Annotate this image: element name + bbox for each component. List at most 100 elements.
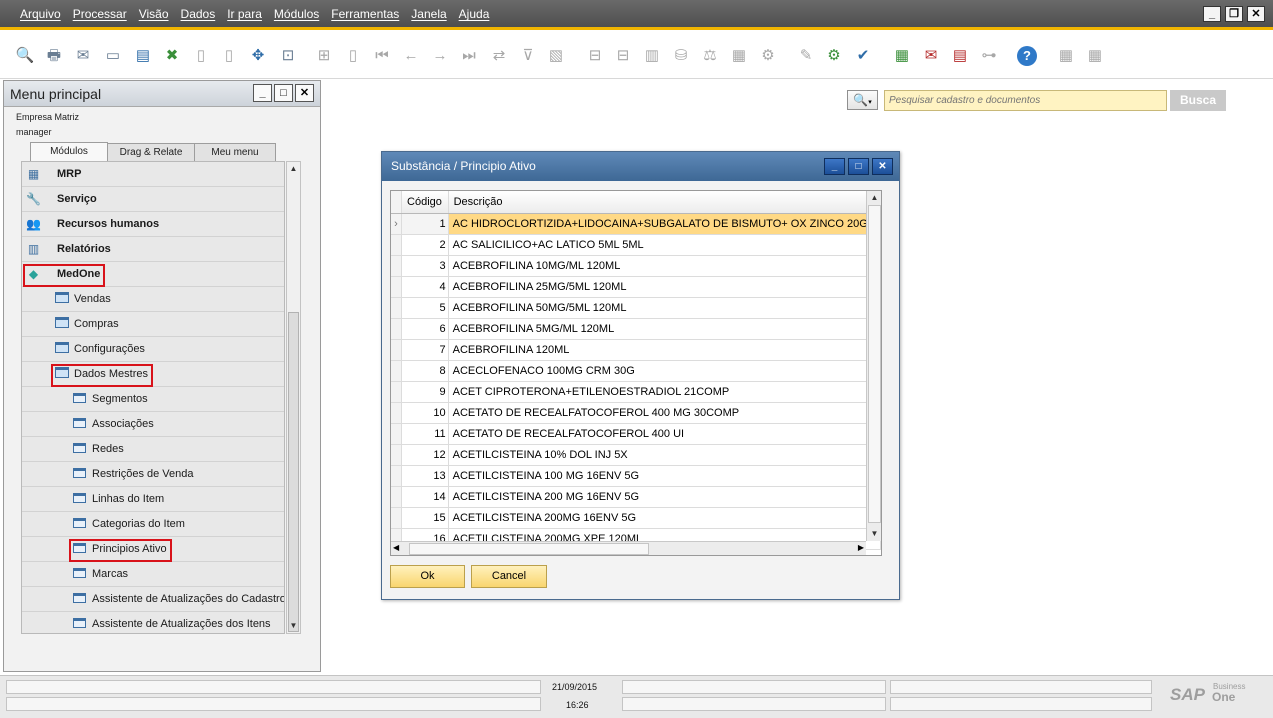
grid-scroll-left-icon[interactable]: ◀: [393, 543, 399, 552]
menu-item[interactable]: ▦ MRP: [22, 162, 284, 187]
row-selector[interactable]: [391, 297, 402, 319]
menu-item[interactable]: Associações: [22, 412, 284, 437]
print-icon[interactable]: 🖶: [44, 46, 64, 66]
menu-item[interactable]: Configurações: [22, 337, 284, 362]
grid-horizontal-scrollbar[interactable]: ◀ ▶: [391, 541, 866, 555]
menu-arquivo[interactable]: Arquivo: [20, 7, 61, 21]
email-icon[interactable]: ✉: [73, 46, 93, 66]
table-row[interactable]: 10 ACETATO DE RECEALFATOCOFEROL 400 MG 30…: [391, 402, 881, 424]
cell-code[interactable]: 10: [401, 402, 449, 424]
search-options-button[interactable]: 🔍▾: [847, 90, 878, 110]
table-row[interactable]: 15 ACETILCISTEINA 200MG 16ENV 5G: [391, 507, 881, 529]
menu-m-dulos[interactable]: Módulos: [274, 7, 319, 21]
minimize-icon[interactable]: _: [1203, 6, 1221, 22]
cell-description[interactable]: ACETILCISTEINA 200 MG 16ENV 5G: [448, 486, 881, 508]
row-selector[interactable]: [391, 276, 402, 298]
queries-icon[interactable]: ▦: [1085, 46, 1105, 66]
grid-vertical-scrollbar[interactable]: ▲ ▼: [866, 191, 881, 541]
row-selector[interactable]: [391, 465, 402, 487]
row-selector[interactable]: [391, 381, 402, 403]
column-header-description[interactable]: Descrição: [448, 191, 881, 214]
grid-hscroll-thumb[interactable]: [409, 543, 649, 555]
menu-item[interactable]: Categorias do Item: [22, 512, 284, 537]
fax-icon[interactable]: ▤: [133, 46, 153, 66]
table-row[interactable]: 11 ACETATO DE RECEALFATOCOFEROL 400 UI: [391, 423, 881, 445]
base-document-icon[interactable]: ⊟: [585, 46, 605, 66]
cell-code[interactable]: 8: [401, 360, 449, 382]
menu-item[interactable]: Redes: [22, 437, 284, 462]
cell-description[interactable]: ACETILCISTEINA 100 MG 16ENV 5G: [448, 465, 881, 487]
menu-processar[interactable]: Processar: [73, 7, 127, 21]
scroll-down-icon[interactable]: ▼: [287, 619, 300, 633]
last-record-icon[interactable]: ⏭: [459, 46, 479, 66]
cell-code[interactable]: 3: [401, 255, 449, 277]
cell-code[interactable]: 12: [401, 444, 449, 466]
table-row[interactable]: 8 ACECLOFENACO 100MG CRM 30G: [391, 360, 881, 382]
scroll-up-icon[interactable]: ▲: [287, 162, 300, 176]
panel-close-icon[interactable]: ✕: [295, 84, 314, 102]
grid-scroll-right-icon[interactable]: ▶: [858, 543, 864, 552]
sms-icon[interactable]: ▭: [103, 46, 123, 66]
table-row[interactable]: 7 ACEBROFILINA 120ML: [391, 339, 881, 361]
alerts-icon[interactable]: ▤: [950, 46, 970, 66]
menu-janela[interactable]: Janela: [411, 7, 446, 21]
calendar-icon[interactable]: ▦: [892, 46, 912, 66]
cell-code[interactable]: 13: [401, 465, 449, 487]
table-row[interactable]: 9 ACET CIPROTERONA+ETILENOESTRADIOL 21COM…: [391, 381, 881, 403]
menu-item[interactable]: ▥ Relatórios: [22, 237, 284, 262]
journal-icon[interactable]: ▥: [642, 46, 662, 66]
row-selector[interactable]: [391, 486, 402, 508]
ok-button[interactable]: Ok: [390, 565, 465, 588]
target-document-icon[interactable]: ⊟: [613, 46, 633, 66]
row-selector[interactable]: [391, 360, 402, 382]
document-settings-icon[interactable]: ⚙: [824, 46, 844, 66]
module-list-scrollbar[interactable]: ▲ ▼: [286, 161, 301, 634]
cell-description[interactable]: ACEBROFILINA 25MG/5ML 120ML: [448, 276, 881, 298]
table-row[interactable]: 13 ACETILCISTEINA 100 MG 16ENV 5G: [391, 465, 881, 487]
menu-item[interactable]: Vendas: [22, 287, 284, 312]
preview-icon[interactable]: 🔍: [15, 46, 35, 66]
menu-item[interactable]: Linhas do Item: [22, 487, 284, 512]
table-row[interactable]: › 1 AC HIDROCLORTIZIDA+LIDOCAINA+SUBGALATO…: [391, 213, 881, 235]
cell-description[interactable]: ACEBROFILINA 120ML: [448, 339, 881, 361]
cell-description[interactable]: ACEBROFILINA 50MG/5ML 120ML: [448, 297, 881, 319]
menu-item[interactable]: Assistente de Atualizações dos Itens: [22, 612, 284, 633]
cell-description[interactable]: ACECLOFENACO 100MG CRM 30G: [448, 360, 881, 382]
row-selector[interactable]: [391, 318, 402, 340]
layout-icon[interactable]: ▦: [1056, 46, 1076, 66]
next-record-icon[interactable]: →: [430, 46, 450, 66]
cell-description[interactable]: ACEBROFILINA 5MG/ML 120ML: [448, 318, 881, 340]
refresh-icon[interactable]: ⇄: [489, 46, 509, 66]
workflow-icon[interactable]: ⊶: [979, 46, 999, 66]
cell-description[interactable]: AC SALICILICO+AC LATICO 5ML 5ML: [448, 234, 881, 256]
cell-description[interactable]: ACET CIPROTERONA+ETILENOESTRADIOL 21COMP: [448, 381, 881, 403]
excel-icon[interactable]: ✖: [162, 46, 182, 66]
dialog-close-icon[interactable]: ✕: [872, 158, 893, 175]
tab-meu-menu[interactable]: Meu menu: [194, 143, 276, 161]
cell-code[interactable]: 2: [401, 234, 449, 256]
row-selector[interactable]: [391, 423, 402, 445]
cell-code[interactable]: 1: [401, 213, 449, 235]
row-selector[interactable]: [391, 507, 402, 529]
cell-description[interactable]: ACETILCISTEINA 200MG 16ENV 5G: [448, 507, 881, 529]
cell-description[interactable]: ACETATO DE RECEALFATOCOFEROL 400 UI: [448, 423, 881, 445]
dialog-maximize-icon[interactable]: □: [848, 158, 869, 175]
row-selector[interactable]: [391, 444, 402, 466]
calculator-icon[interactable]: ▦: [729, 46, 749, 66]
edit-icon[interactable]: ✎: [796, 46, 816, 66]
close-icon[interactable]: ✕: [1247, 6, 1265, 22]
cell-code[interactable]: 7: [401, 339, 449, 361]
cell-code[interactable]: 9: [401, 381, 449, 403]
cell-code[interactable]: 15: [401, 507, 449, 529]
menu-item[interactable]: Segmentos: [22, 387, 284, 412]
search-button[interactable]: Busca: [1170, 90, 1226, 111]
cancel-button[interactable]: Cancel: [471, 565, 547, 588]
find-icon[interactable]: ⊞: [314, 46, 334, 66]
payment-icon[interactable]: ⛁: [671, 46, 691, 66]
add-icon[interactable]: ▯: [343, 46, 363, 66]
previous-record-icon[interactable]: ←: [401, 46, 421, 66]
word-icon[interactable]: ▯: [191, 46, 211, 66]
row-selector[interactable]: [391, 339, 402, 361]
cell-code[interactable]: 14: [401, 486, 449, 508]
cell-description[interactable]: ACETATO DE RECEALFATOCOFEROL 400 MG 30CO…: [448, 402, 881, 424]
